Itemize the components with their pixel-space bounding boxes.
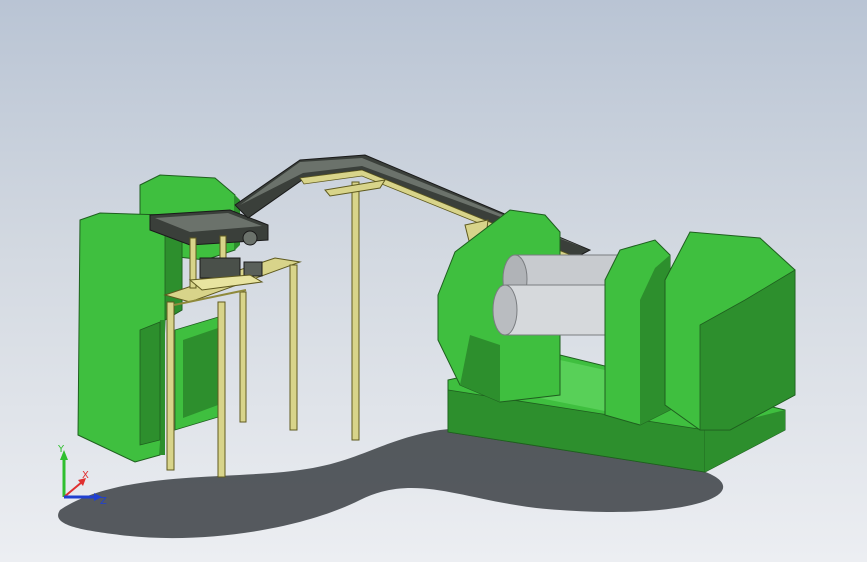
coordinate-triad: Y X Z bbox=[57, 444, 107, 507]
x-axis-label: X bbox=[82, 470, 89, 481]
x-axis-arrow bbox=[63, 481, 83, 498]
right-machine[interactable] bbox=[437, 209, 796, 473]
model-scene[interactable] bbox=[0, 0, 867, 562]
z-axis-label: Z bbox=[100, 496, 107, 507]
y-axis-label: Y bbox=[57, 444, 65, 455]
3d-model-viewport[interactable]: Y X Z bbox=[0, 0, 867, 562]
